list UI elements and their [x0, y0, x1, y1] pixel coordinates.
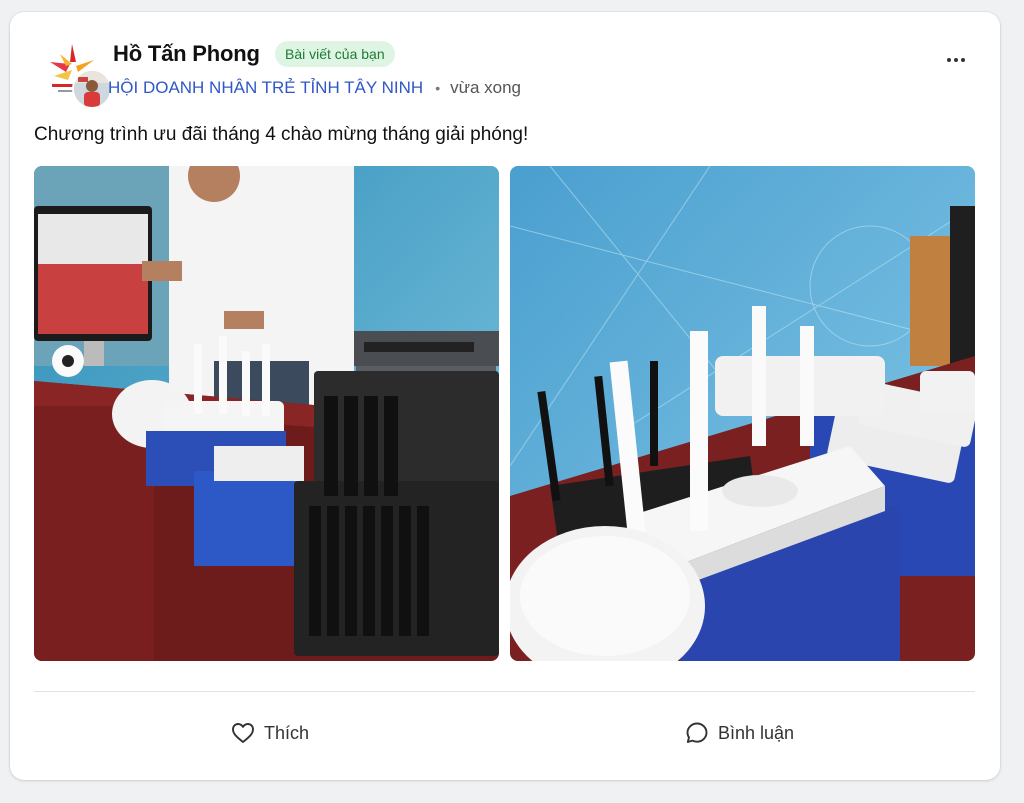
photo-1-image	[34, 166, 499, 661]
post-photo-1[interactable]	[34, 166, 499, 661]
author-name[interactable]: Hồ Tấn Phong	[113, 41, 260, 67]
post-avatar-group[interactable]	[46, 42, 112, 118]
more-horizontal-icon	[947, 58, 965, 62]
user-avatar	[72, 69, 112, 109]
meta-separator: •	[435, 80, 441, 96]
comment-bubble-icon	[686, 722, 708, 743]
post-time[interactable]: vừa xong	[450, 78, 521, 98]
like-label: Thích	[264, 722, 310, 743]
action-divider	[34, 691, 975, 692]
photo-2-image	[510, 166, 975, 661]
post-meta: HỘI DOANH NHÂN TRẺ TỈNH TÂY NINH • vừa x…	[108, 76, 521, 100]
post-photo-2[interactable]	[510, 166, 975, 661]
post-card: Hồ Tấn Phong Bài viết của bạn HỘI DOANH …	[10, 12, 1000, 780]
comment-label: Bình luận	[718, 722, 795, 743]
more-options-button[interactable]	[938, 48, 974, 72]
like-button[interactable]: Thích	[231, 716, 309, 750]
post-caption: Chương trình ưu đãi tháng 4 chào mừng th…	[34, 124, 529, 145]
comment-button[interactable]: Bình luận	[685, 716, 794, 750]
group-link[interactable]: HỘI DOANH NHÂN TRẺ TỈNH TÂY NINH	[108, 78, 423, 98]
heart-icon	[232, 723, 254, 743]
user-photo-icon	[74, 71, 110, 107]
own-post-badge: Bài viết của bạn	[275, 41, 395, 67]
